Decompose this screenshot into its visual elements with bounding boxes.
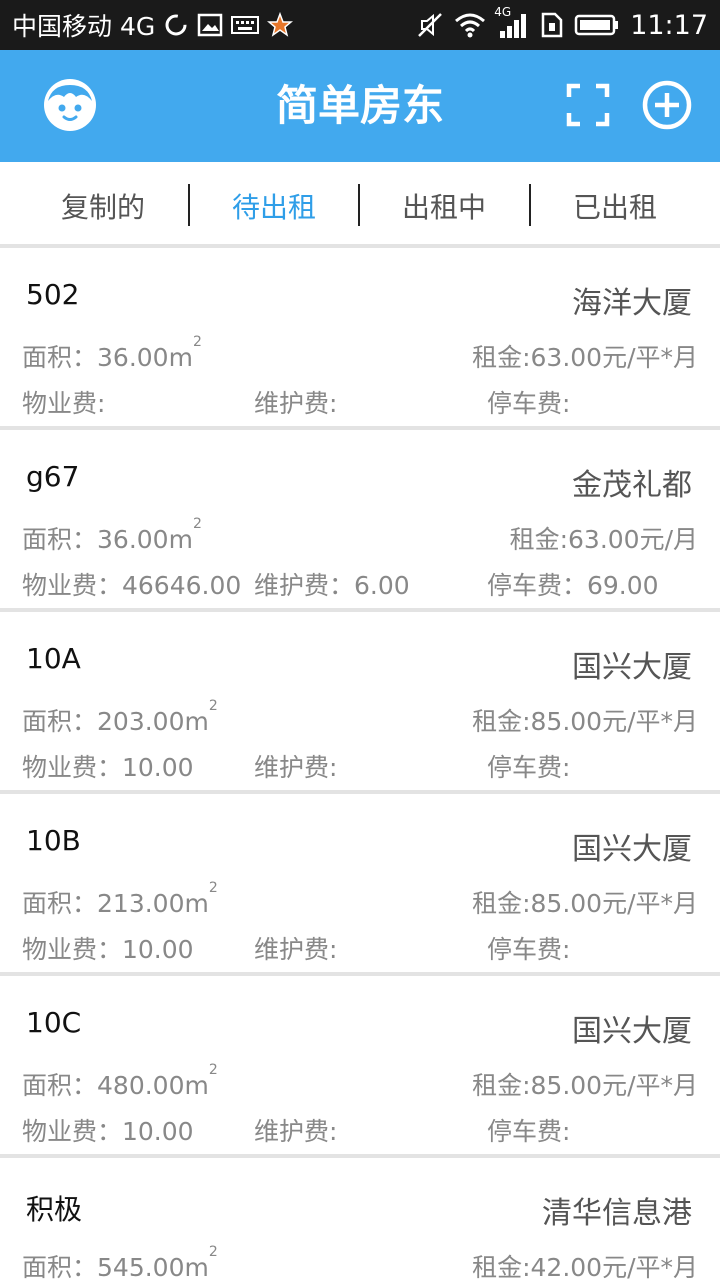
area-label: 面积： [22,1071,98,1100]
area-unit-sup: 2 [208,880,218,896]
area-value: 203.00 [97,707,185,736]
area-label: 面积： [22,889,98,918]
listing-list: 502 海洋大厦 面积：36.00m2 租金:63.00元/平*月 物业费: 维… [0,248,720,1280]
tab-for-rent[interactable]: 待出租 [189,162,359,248]
area-label: 面积： [22,707,98,736]
rent-info: 租金:63.00元/月 [509,525,698,554]
status-bar-left: 中国移动 4G [12,0,294,50]
area-value: 545.00 [97,1253,185,1280]
area-value: 36.00 [97,525,169,554]
property-fee: 物业费：46646.00 [22,571,242,600]
area-unit: m [184,1071,209,1100]
sync-icon [163,12,189,38]
area-value: 36.00 [97,343,169,372]
tab-renting[interactable]: 出租中 [359,162,529,248]
area-unit-sup: 2 [192,516,202,532]
unit-name: 10C [26,1006,82,1039]
add-button[interactable] [639,79,695,135]
list-item[interactable]: 502 海洋大厦 面积：36.00m2 租金:63.00元/平*月 物业费: 维… [0,248,720,430]
list-item[interactable]: g67 金茂礼都 面积：36.00m2 租金:63.00元/月 物业费：4664… [0,430,720,612]
maintenance-fee: 维护费: [254,389,338,418]
signal-icon: 4G [494,5,530,39]
building-name: 国兴大厦 [572,832,692,867]
area-unit: m [184,1253,209,1280]
add-circle-icon [641,79,693,135]
area-label: 面积： [22,1253,98,1280]
unit-name: 积极 [26,1193,83,1226]
area-label: 面积： [22,525,98,554]
unit-name: g67 [26,460,80,493]
sim-icon [540,11,564,39]
network-type-label: 4G [494,5,512,19]
area-label: 面积： [22,343,98,372]
maintenance-fee: 维护费: [254,1117,338,1146]
list-item[interactable]: 10B 国兴大厦 面积：213.00m2 租金:85.00元/平*月 物业费：1… [0,794,720,976]
rent-info: 租金:85.00元/平*月 [472,1071,698,1100]
maintenance-fee: 维护费: [254,753,338,782]
area-value: 480.00 [97,1071,185,1100]
property-fee: 物业费：10.00 [22,753,194,782]
area-unit-sup: 2 [192,334,202,350]
area-unit: m [168,525,193,554]
area-info: 面积：36.00m2 [22,334,202,374]
property-fee: 物业费：10.00 [22,1117,194,1146]
unit-name: 502 [26,278,80,311]
parking-fee: 停车费: [487,935,571,964]
area-info: 面积：213.00m2 [22,880,218,920]
carrier-label: 中国移动 4G [12,12,156,41]
wifi-icon [454,12,486,38]
property-fee: 物业费：10.00 [22,935,194,964]
area-info: 面积：36.00m2 [22,516,202,556]
building-name: 国兴大厦 [572,1014,692,1049]
area-unit-sup: 2 [208,1062,218,1078]
property-fee: 物业费: [22,389,106,418]
area-value: 213.00 [97,889,185,918]
area-info: 面积：203.00m2 [22,698,218,738]
parking-fee: 停车费: [487,753,571,782]
tab-bar: 复制的 待出租 出租中 已出租 [0,162,720,248]
unit-name: 10A [26,642,81,675]
building-name: 海洋大厦 [572,286,692,321]
rent-info: 租金:63.00元/平*月 [472,343,698,372]
clock-time: 11:17 [630,9,708,41]
area-unit: m [184,889,209,918]
status-bar-right: 4G 11:17 [416,0,708,50]
parking-fee: 停车费: [487,1117,571,1146]
scan-icon [566,83,610,131]
status-bar: 中国移动 4G 4G 11:17 [0,0,720,50]
area-unit-sup: 2 [208,1244,218,1260]
list-item[interactable]: 积极 清华信息港 面积：545.00m2 租金:42.00元/平*月 [0,1158,720,1280]
area-info: 面积：545.00m2 [22,1244,218,1280]
building-name: 清华信息港 [542,1196,692,1231]
area-info: 面积：480.00m2 [22,1062,218,1102]
image-icon [197,12,223,38]
app-bar: 简单房东 [0,50,720,162]
rent-info: 租金:42.00元/平*月 [472,1253,698,1280]
rent-info: 租金:85.00元/平*月 [472,889,698,918]
building-name: 国兴大厦 [572,650,692,685]
area-unit: m [168,343,193,372]
keyboard-icon [231,14,260,36]
maintenance-fee: 维护费：6.00 [254,571,410,600]
area-unit: m [184,707,209,736]
parking-fee: 停车费: [487,389,571,418]
star-icon [267,12,294,38]
scan-button[interactable] [560,79,616,135]
tab-copied[interactable]: 复制的 [18,162,188,248]
parking-fee: 停车费：69.00 [487,571,659,600]
list-item[interactable]: 10C 国兴大厦 面积：480.00m2 租金:85.00元/平*月 物业费：1… [0,976,720,1158]
tab-rented[interactable]: 已出租 [530,162,700,248]
rent-info: 租金:85.00元/平*月 [472,707,698,736]
area-unit-sup: 2 [208,698,218,714]
mute-icon [416,11,444,39]
building-name: 金茂礼都 [572,468,692,503]
list-item[interactable]: 10A 国兴大厦 面积：203.00m2 租金:85.00元/平*月 物业费：1… [0,612,720,794]
maintenance-fee: 维护费: [254,935,338,964]
unit-name: 10B [26,824,81,857]
battery-icon [574,13,620,37]
